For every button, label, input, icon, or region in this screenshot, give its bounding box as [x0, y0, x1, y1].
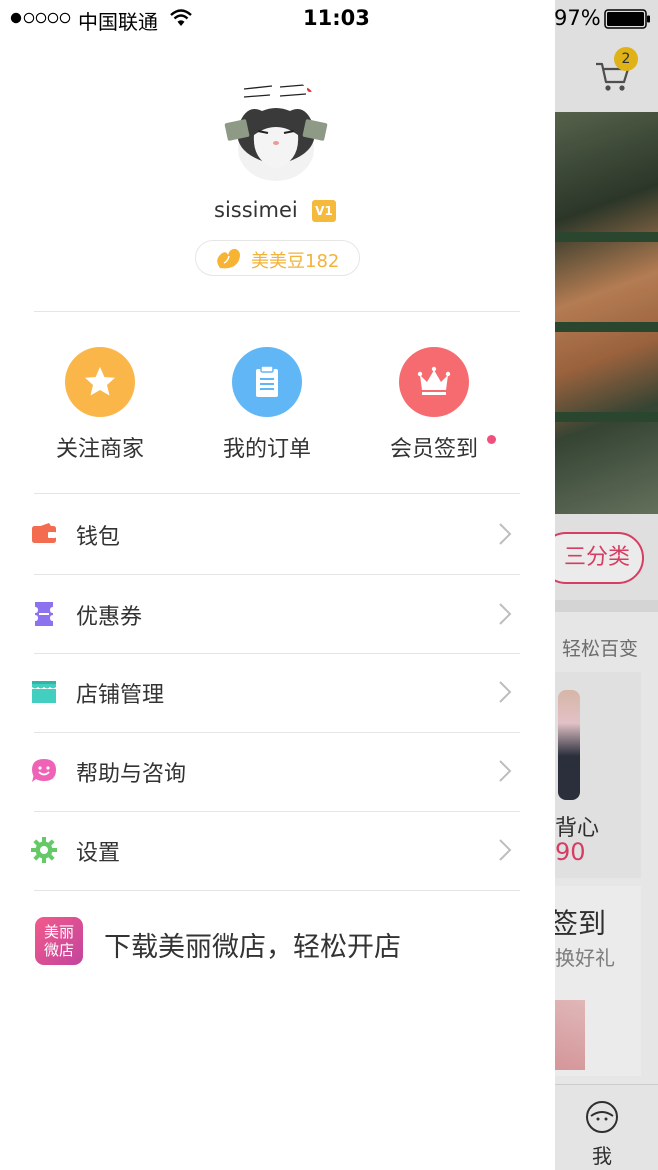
- promo-text: 下载美丽微店，轻松开店: [104, 932, 401, 963]
- quick-action-member-checkin[interactable]: 会员签到: [354, 347, 514, 467]
- chevron-right-icon: [499, 681, 512, 703]
- menu-item-label: 钱包: [76, 525, 121, 550]
- crown-icon: [417, 366, 451, 395]
- side-drawer: sissimei V1 美美豆182 关注商家 我的订单 会员签到 钱包 优惠券…: [0, 0, 555, 1170]
- coupon-icon: [35, 602, 53, 626]
- status-bar: 中国联通 11:03 97%: [0, 0, 658, 40]
- menu-item-store-management[interactable]: 店铺管理: [0, 653, 555, 732]
- clock: 11:03: [303, 6, 370, 30]
- battery-percentage: 97%: [554, 6, 601, 30]
- clipboard-icon: [256, 365, 278, 397]
- vip-level-badge: V1: [312, 200, 336, 222]
- beans-balance[interactable]: 美美豆182: [195, 240, 360, 276]
- chevron-right-icon: [499, 603, 512, 625]
- menu-item-help[interactable]: 帮助与咨询: [0, 732, 555, 811]
- download-app-promo[interactable]: 美丽 微店 下载美丽微店，轻松开店: [0, 905, 555, 985]
- quick-action-label: 我的订单: [222, 437, 311, 462]
- quick-action-my-orders[interactable]: 我的订单: [187, 347, 347, 467]
- quick-action-icon-bg: [399, 347, 469, 417]
- battery-icon: [604, 9, 650, 29]
- quick-action-followed-stores[interactable]: 关注商家: [20, 347, 180, 467]
- logo-text-line: 微店: [43, 941, 74, 959]
- divider: [34, 493, 520, 494]
- cat-avatar-image: [224, 77, 328, 181]
- menu-item-label: 优惠券: [76, 605, 143, 630]
- chat-smile-icon: [32, 759, 56, 782]
- wifi-icon: [170, 9, 192, 26]
- signal-strength-icon: [10, 12, 71, 24]
- quick-action-icon-bg: [65, 347, 135, 417]
- menu-item-label: 设置: [76, 841, 121, 866]
- bean-icon: [217, 248, 240, 269]
- menu-item-wallet[interactable]: 钱包: [0, 495, 555, 574]
- quick-action-label: 关注商家: [55, 437, 144, 462]
- carrier-name: 中国联通: [78, 10, 158, 34]
- chevron-right-icon: [499, 523, 512, 545]
- dim-overlay[interactable]: [555, 0, 658, 1170]
- store-icon: [32, 681, 56, 703]
- notification-dot: [487, 435, 496, 444]
- gear-icon: [31, 837, 57, 863]
- menu-item-settings[interactable]: 设置: [0, 811, 555, 890]
- menu-item-label: 店铺管理: [76, 683, 165, 708]
- meili-weidian-logo: 美丽 微店: [35, 917, 83, 965]
- quick-action-icon-bg: [232, 347, 302, 417]
- divider: [34, 311, 520, 312]
- logo-text-line: 美丽: [43, 923, 74, 941]
- chevron-right-icon: [499, 839, 512, 861]
- star-icon: [85, 367, 115, 396]
- menu-item-coupons[interactable]: 优惠券: [0, 575, 555, 654]
- menu-item-label: 帮助与咨询: [76, 762, 187, 787]
- username: sissimei: [214, 198, 298, 222]
- chevron-right-icon: [499, 760, 512, 782]
- divider: [34, 890, 520, 891]
- beans-count: 美美豆182: [251, 251, 340, 272]
- wallet-icon: [32, 523, 56, 543]
- avatar[interactable]: [224, 77, 328, 181]
